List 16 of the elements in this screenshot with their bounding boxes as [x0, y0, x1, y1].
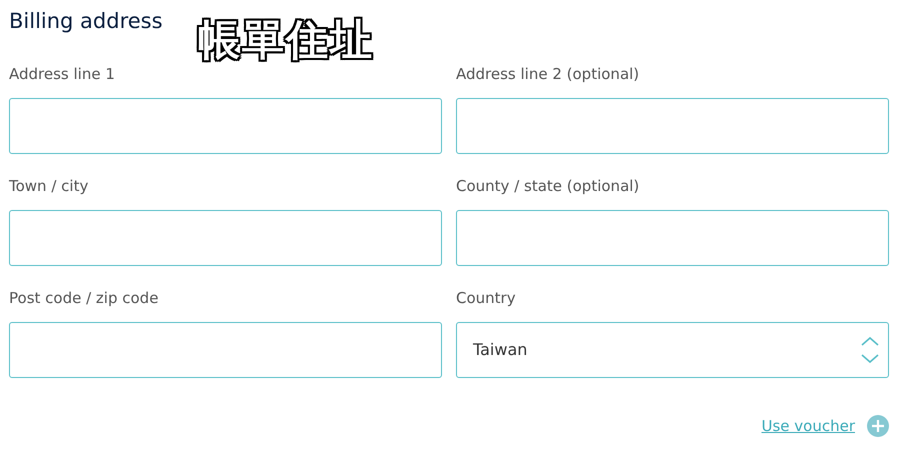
add-icon[interactable] — [867, 415, 889, 438]
field-label: Town / city — [9, 176, 88, 197]
annotation-text: 帳單住址 — [198, 14, 374, 66]
up-down-chevron-icon — [860, 335, 880, 365]
input-field[interactable] — [9, 98, 442, 154]
field-label: Address line 2 (optional) — [456, 64, 640, 85]
section-heading: Billing address — [9, 8, 163, 35]
field-label: County / state (optional) — [456, 176, 640, 197]
field-label: Address line 1 — [9, 64, 115, 85]
country-select[interactable]: Taiwan — [456, 322, 889, 378]
input-field[interactable] — [9, 322, 442, 378]
input-field[interactable] — [456, 210, 889, 266]
field-label: Country — [456, 288, 516, 309]
input-field[interactable] — [456, 98, 889, 154]
field-label: Post code / zip code — [9, 288, 158, 309]
input-field[interactable] — [9, 210, 442, 266]
